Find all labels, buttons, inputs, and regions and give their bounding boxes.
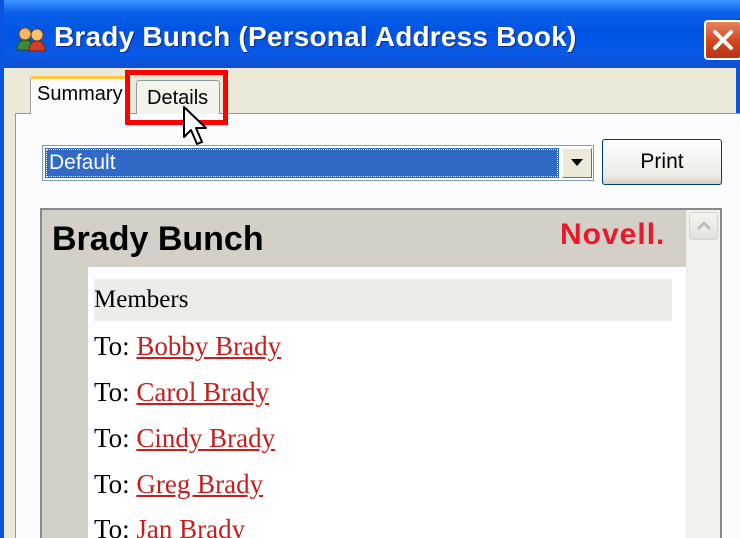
- member-prefix: To:: [94, 331, 137, 361]
- mouse-cursor-icon: [183, 106, 207, 145]
- close-icon: [713, 30, 733, 50]
- view-select[interactable]: Default: [42, 145, 594, 181]
- member-link[interactable]: Bobby Brady: [136, 331, 281, 361]
- vertical-scrollbar[interactable]: [686, 210, 720, 538]
- member-link[interactable]: Carol Brady: [136, 377, 269, 407]
- member-link[interactable]: Greg Brady: [136, 469, 263, 499]
- list-item: To: Greg Brady: [94, 469, 654, 509]
- member-prefix: To:: [94, 377, 137, 407]
- address-book-window: Brady Bunch (Personal Address Book) Summ…: [0, 0, 740, 538]
- left-strip: [42, 267, 88, 538]
- close-button[interactable]: [704, 20, 740, 60]
- list-item: To: Bobby Brady: [94, 331, 654, 371]
- card-header: Brady Bunch Novell.: [42, 210, 686, 267]
- novell-logo: Novell.: [560, 218, 666, 251]
- list-item: To: Jan Brady: [94, 514, 654, 538]
- view-select-value: Default: [45, 148, 559, 178]
- member-link[interactable]: Jan Brady: [136, 514, 245, 538]
- chevron-up-icon: [697, 221, 711, 230]
- member-prefix: To:: [94, 469, 137, 499]
- member-link[interactable]: Cindy Brady: [136, 423, 275, 453]
- title-bar[interactable]: Brady Bunch (Personal Address Book): [4, 0, 740, 68]
- group-users-icon: [16, 27, 46, 52]
- tab-summary[interactable]: Summary: [30, 76, 130, 114]
- chevron-down-icon: [571, 159, 583, 166]
- card-title: Brady Bunch: [52, 220, 264, 258]
- contact-card: Brady Bunch Novell. Members To: Bobby Br…: [40, 208, 722, 538]
- details-tab-highlight: [125, 70, 228, 125]
- list-item: To: Cindy Brady: [94, 423, 654, 463]
- print-button[interactable]: Print: [602, 139, 722, 185]
- dropdown-button[interactable]: [562, 148, 592, 178]
- members-header: Members: [94, 279, 672, 321]
- member-prefix: To:: [94, 514, 137, 538]
- scroll-up-button[interactable]: [689, 212, 718, 240]
- window-title: Brady Bunch (Personal Address Book): [54, 21, 577, 52]
- list-item: To: Carol Brady: [94, 377, 654, 417]
- member-prefix: To:: [94, 423, 137, 453]
- tab-summary-label: Summary: [37, 83, 123, 105]
- members-header-label: Members: [94, 286, 189, 313]
